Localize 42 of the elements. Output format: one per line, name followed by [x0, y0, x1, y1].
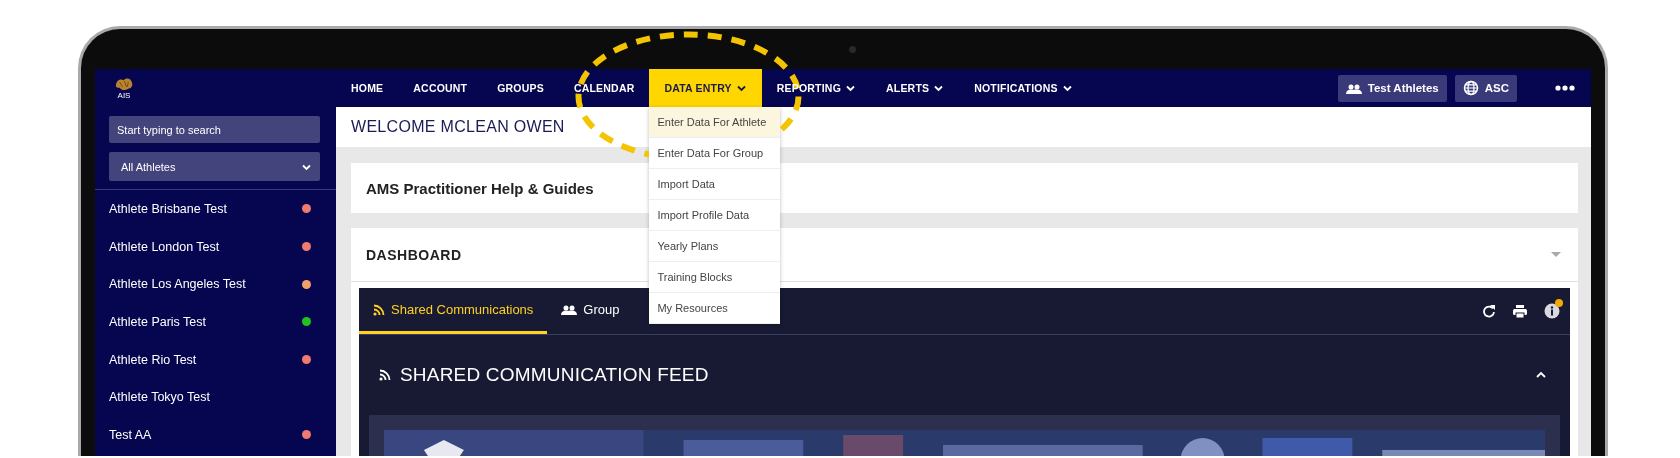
dropdown-menu-item[interactable]: Import Data	[649, 169, 781, 200]
dropdown-menu-item[interactable]: My Resources	[649, 293, 781, 324]
welcome-heading: WELCOME MCLEAN OWEN	[351, 118, 565, 136]
dropdown-menu-item[interactable]: Enter Data For Group	[649, 138, 781, 169]
print-icon[interactable]	[1513, 304, 1527, 318]
logo-text: AIS	[117, 91, 131, 100]
header-button[interactable]: ASC	[1454, 74, 1517, 102]
card-title: DASHBOARD	[366, 246, 462, 263]
athlete-list-item[interactable]: Athlete Brisbane Test	[95, 190, 336, 228]
search-field[interactable]: Start typing to search	[109, 116, 320, 143]
athlete-filter-dropdown[interactable]: All Athletes	[109, 152, 320, 181]
nav-menu-item[interactable]: GROUPS	[482, 69, 559, 107]
header-button[interactable]: Test Athletes	[1337, 74, 1447, 102]
athlete-list-item[interactable]: Test AA	[95, 416, 336, 454]
athlete-list-item[interactable]: Athlete Tokyo Test	[95, 378, 336, 417]
feed-heading: SHARED COMMUNICATION FEED	[400, 364, 709, 386]
athlete-list-item[interactable]: Athlete Rio Test	[95, 340, 336, 379]
rss-icon	[373, 303, 385, 316]
kangaroo-logo-icon	[114, 76, 134, 91]
refresh-icon[interactable]	[1482, 304, 1496, 318]
rss-icon	[379, 369, 391, 381]
athlete-list-item[interactable]: Athlete London Test	[95, 227, 336, 266]
card-title: AMS Practitioner Help & Guides	[366, 179, 594, 197]
dropdown-menu-item[interactable]: Import Profile Data	[649, 200, 781, 231]
globe-icon	[1462, 80, 1479, 96]
dropdown-menu-item[interactable]: Enter Data For Athlete	[649, 107, 781, 138]
chevron-up-icon[interactable]	[1536, 371, 1546, 379]
panel-tab[interactable]: Group	[547, 288, 634, 334]
dropdown-menu-item[interactable]: Yearly Plans	[649, 231, 781, 262]
athlete-list-item[interactable]: Athlete Paris Test	[95, 303, 336, 341]
dropdown-menu-item[interactable]: Training Blocks	[649, 262, 781, 293]
nav-menu-item[interactable]: HOME	[336, 69, 399, 107]
group-icon	[1345, 82, 1362, 94]
camera-dot	[849, 46, 856, 53]
nav-menu-item[interactable]: ACCOUNT	[398, 69, 483, 107]
nav-menu-item[interactable]: NOTIFICATIONS	[959, 69, 1088, 107]
athlete-list-item[interactable]: Athlete Los Angeles Test	[95, 265, 336, 304]
group-icon	[561, 304, 578, 315]
panel-tab[interactable]: Shared Communications	[359, 288, 548, 334]
nav-menu-item[interactable]: ALERTS	[871, 69, 960, 107]
more-icon[interactable]	[1555, 85, 1575, 91]
nav-menu-item[interactable]: CALENDAR	[558, 69, 650, 107]
